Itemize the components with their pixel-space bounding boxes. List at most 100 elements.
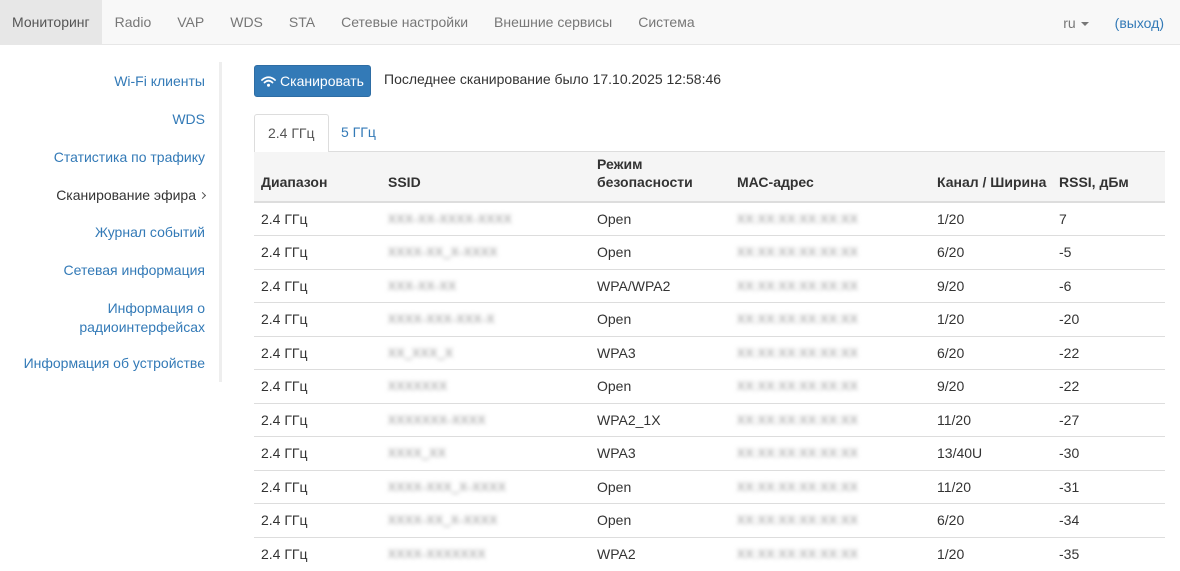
- nav-tab-wds[interactable]: WDS: [217, 0, 276, 45]
- cell-band: 2.4 ГГц: [254, 503, 381, 537]
- cell-mac: XX:XX:XX:XX:XX:XX: [730, 402, 930, 437]
- cell-band: 2.4 ГГц: [254, 402, 381, 437]
- column-header-band: Диапазон: [254, 152, 381, 203]
- cell-mac: XX:XX:XX:XX:XX:XX: [730, 436, 930, 470]
- sidebar-item-wds[interactable]: WDS: [172, 110, 205, 129]
- cell-ssid: XXX-XX-XX: [381, 268, 590, 303]
- sidebar-item-label-line2: радиоинтерфейсах: [79, 319, 205, 335]
- cell-channel: 9/20: [930, 369, 1052, 403]
- sidebar-item-event-log[interactable]: Журнал событий: [95, 223, 205, 242]
- nav-tab-radio[interactable]: Radio: [102, 0, 165, 45]
- cell-rssi: -22: [1052, 369, 1165, 403]
- cell-channel: 6/20: [930, 335, 1052, 370]
- sidebar-item-traffic-stats[interactable]: Статистика по трафику: [54, 148, 205, 167]
- table-row: 2.4 ГГц XXXX-XXX_X-XXXX Open XX:XX:XX:XX:XX…: [254, 469, 1165, 504]
- cell-security: Open: [590, 302, 730, 336]
- table-header-row: Диапазон SSID Режим безопасности МАС-адр…: [254, 152, 1165, 203]
- table-body: 2.4 ГГц XXX-XX-XXXX-XXXX Open XX:XX:XX:XX:X…: [254, 201, 1165, 571]
- column-header-rssi: RSSI, дБм: [1052, 152, 1165, 203]
- nav-right: ru (выход): [1063, 0, 1164, 45]
- sidebar-item-wifi-clients[interactable]: Wi-Fi клиенты: [114, 72, 205, 91]
- sidebar: Wi-Fi клиенты WDS Статистика по трафику …: [0, 62, 222, 382]
- sidebar-item-radio-info[interactable]: Информация о радиоинтерфейсах: [79, 299, 205, 337]
- cell-mac: XX:XX:XX:XX:XX:XX: [730, 335, 930, 370]
- cell-ssid: XXXXXXX-XXXX: [381, 402, 590, 437]
- cell-channel: 1/20: [930, 536, 1052, 571]
- nav-tab-vap[interactable]: VAP: [164, 0, 217, 45]
- scan-button-label: Сканировать: [280, 73, 364, 89]
- cell-security: Open: [590, 369, 730, 403]
- band-tabs: 2.4 ГГц 5 ГГц: [254, 114, 1165, 153]
- cell-mac: XX:XX:XX:XX:XX:XX: [730, 268, 930, 303]
- cell-rssi: -6: [1052, 268, 1165, 303]
- column-header-ssid: SSID: [381, 152, 590, 203]
- table-row: 2.4 ГГц XXXX-XX_X-XXXX Open XX:XX:XX:XX:XX:…: [254, 503, 1165, 537]
- cell-ssid: XXX-XX-XXXX-XXXX: [381, 201, 590, 236]
- nav-tab-system[interactable]: Система: [625, 0, 707, 45]
- cell-band: 2.4 ГГц: [254, 201, 381, 236]
- cell-band: 2.4 ГГц: [254, 536, 381, 571]
- cell-band: 2.4 ГГц: [254, 469, 381, 504]
- top-navbar: Мониторинг Radio VAP WDS STA Сетевые нас…: [0, 0, 1180, 45]
- scan-button[interactable]: Сканировать: [254, 65, 371, 97]
- table-row: 2.4 ГГц XXXX_XX WPA3 XX:XX:XX:XX:XX:XX 13/40…: [254, 436, 1165, 470]
- cell-mac: XX:XX:XX:XX:XX:XX: [730, 503, 930, 537]
- cell-rssi: -30: [1052, 436, 1165, 470]
- cell-rssi: -27: [1052, 402, 1165, 437]
- cell-rssi: -20: [1052, 302, 1165, 336]
- cell-mac: XX:XX:XX:XX:XX:XX: [730, 201, 930, 236]
- cell-mac: XX:XX:XX:XX:XX:XX: [730, 369, 930, 403]
- cell-mac: XX:XX:XX:XX:XX:XX: [730, 302, 930, 336]
- cell-band: 2.4 ГГц: [254, 335, 381, 370]
- sidebar-item-network-info[interactable]: Сетевая информация: [64, 261, 205, 280]
- cell-channel: 1/20: [930, 302, 1052, 336]
- tab-5ghz[interactable]: 5 ГГц: [328, 114, 389, 152]
- main-menu: Мониторинг Radio VAP WDS STA Сетевые нас…: [0, 0, 708, 45]
- table-row: 2.4 ГГц XXXX-XXX-XXX-X Open XX:XX:XX:XX:XX:…: [254, 302, 1165, 336]
- cell-ssid: XX_XXX_X: [381, 335, 590, 370]
- cell-mac: XX:XX:XX:XX:XX:XX: [730, 536, 930, 571]
- table-row: 2.4 ГГц XXXX-XX_X-XXXX Open XX:XX:XX:XX:XX:…: [254, 235, 1165, 269]
- cell-security: WPA/WPA2: [590, 268, 730, 303]
- cell-band: 2.4 ГГц: [254, 302, 381, 336]
- column-header-channel: Канал / Ширина: [930, 152, 1052, 203]
- cell-channel: 1/20: [930, 201, 1052, 236]
- cell-band: 2.4 ГГц: [254, 436, 381, 470]
- sidebar-item-air-scan[interactable]: Сканирование эфира: [56, 186, 207, 205]
- cell-channel: 9/20: [930, 268, 1052, 303]
- cell-security: Open: [590, 503, 730, 537]
- wifi-icon: [261, 75, 276, 87]
- cell-mac: XX:XX:XX:XX:XX:XX: [730, 469, 930, 504]
- cell-ssid: XXXX-XX_X-XXXX: [381, 235, 590, 269]
- column-header-mac: МАС-адрес: [730, 152, 930, 203]
- cell-ssid: XXXX_XX: [381, 436, 590, 470]
- cell-rssi: -5: [1052, 235, 1165, 269]
- cell-ssid: XXXX-XXX_X-XXXX: [381, 469, 590, 504]
- table-row: 2.4 ГГц XXXXXXX Open XX:XX:XX:XX:XX:XX 9/20-…: [254, 369, 1165, 403]
- cell-channel: 13/40U: [930, 436, 1052, 470]
- cell-band: 2.4 ГГц: [254, 235, 381, 269]
- language-dropdown[interactable]: ru: [1063, 15, 1089, 31]
- cell-rssi: -31: [1052, 469, 1165, 504]
- nav-tab-sta[interactable]: STA: [276, 0, 328, 45]
- cell-channel: 11/20: [930, 402, 1052, 437]
- cell-rssi: 7: [1052, 201, 1165, 236]
- sidebar-item-device-info[interactable]: Информация об устройстве: [24, 354, 205, 373]
- nav-tab-monitoring[interactable]: Мониторинг: [0, 0, 102, 45]
- cell-ssid: XXXX-XXX-XXX-X: [381, 302, 590, 336]
- nav-tab-external-services[interactable]: Внешние сервисы: [481, 0, 625, 45]
- table-row: 2.4 ГГц XXX-XX-XX WPA/WPA2 XX:XX:XX:XX:XX:X…: [254, 268, 1165, 303]
- nav-tab-network-settings[interactable]: Сетевые настройки: [328, 0, 481, 45]
- cell-rssi: -34: [1052, 503, 1165, 537]
- tab-2-4ghz[interactable]: 2.4 ГГц: [254, 114, 329, 153]
- table-row: 2.4 ГГц XXXX-XXXXXXX WPA2 XX:XX:XX:XX:XX:XX…: [254, 536, 1165, 571]
- cell-security: WPA3: [590, 335, 730, 370]
- table-row: 2.4 ГГц XXXXXXX-XXXX WPA2_1X XX:XX:XX:XX:XX…: [254, 402, 1165, 437]
- table-row: 2.4 ГГц XX_XXX_X WPA3 XX:XX:XX:XX:XX:XX 6/20…: [254, 335, 1165, 370]
- cell-rssi: -35: [1052, 536, 1165, 571]
- cell-ssid: XXXXXXX: [381, 369, 590, 403]
- cell-channel: 6/20: [930, 235, 1052, 269]
- cell-mac: XX:XX:XX:XX:XX:XX: [730, 235, 930, 269]
- logout-link[interactable]: (выход): [1115, 15, 1164, 31]
- cell-security: WPA2_1X: [590, 402, 730, 437]
